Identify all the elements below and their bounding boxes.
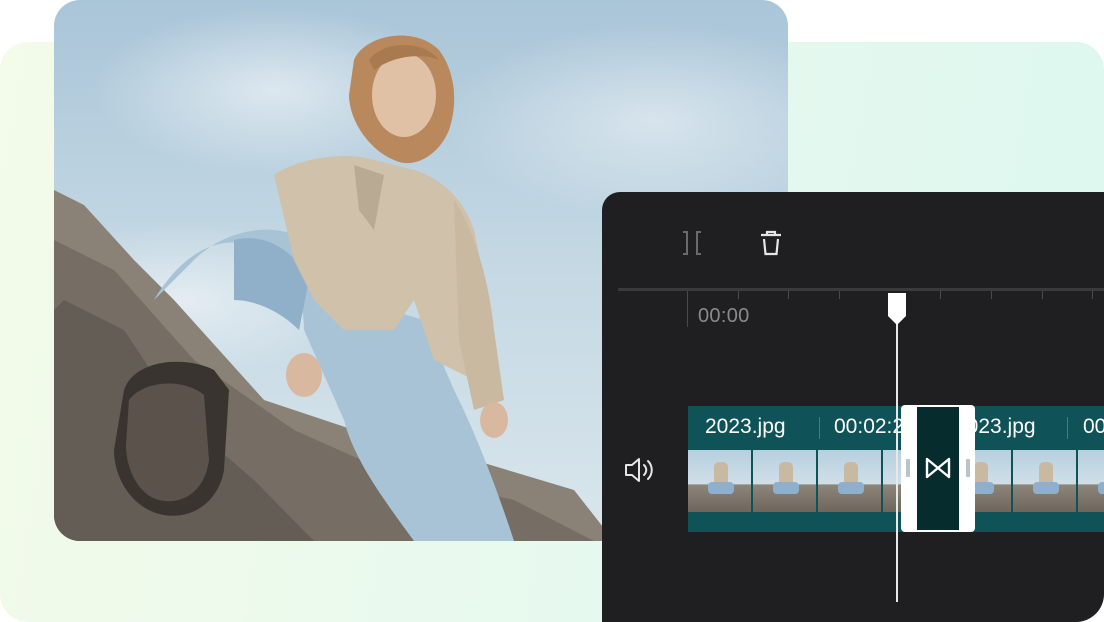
time-label: 00:00 (698, 305, 750, 327)
clip-thumbnail (753, 450, 816, 512)
clip-thumbnail (688, 450, 751, 512)
timeline-ruler[interactable] (618, 288, 1104, 291)
transition-icon (925, 457, 951, 479)
delete-button[interactable] (750, 222, 792, 264)
transition-trim-right[interactable] (966, 459, 970, 477)
clip-thumbnail (818, 450, 881, 512)
transition-handle[interactable] (901, 405, 975, 532)
split-button[interactable] (671, 222, 713, 264)
audio-toggle-button[interactable] (622, 454, 658, 486)
clip-duration: 00:0 (1083, 415, 1104, 438)
split-icon (683, 231, 701, 255)
ruler-tick (940, 291, 941, 299)
ruler-tick (991, 291, 992, 299)
ruler-tick (788, 291, 789, 299)
ruler-tick (1042, 291, 1043, 299)
clip-separator (819, 417, 820, 439)
clip-thumbnail (1078, 450, 1104, 512)
ruler-tick-major (687, 291, 688, 327)
ruler-tick (1092, 291, 1093, 299)
clip-label: 2023.jpg (705, 415, 786, 438)
speaker-icon (625, 458, 653, 482)
ruler-tick (839, 291, 840, 299)
trash-icon (761, 230, 781, 256)
clip-thumbnail (1013, 450, 1076, 512)
timeline-editor-panel: 00:00 2023.jpg 00:02:24 2023.jpg 00:0 (602, 192, 1104, 622)
ruler-tick (738, 291, 739, 299)
playhead-line[interactable] (896, 316, 898, 602)
clip-separator (1067, 417, 1068, 439)
transition-trim-left[interactable] (906, 459, 910, 477)
playhead-handle[interactable] (887, 292, 907, 326)
